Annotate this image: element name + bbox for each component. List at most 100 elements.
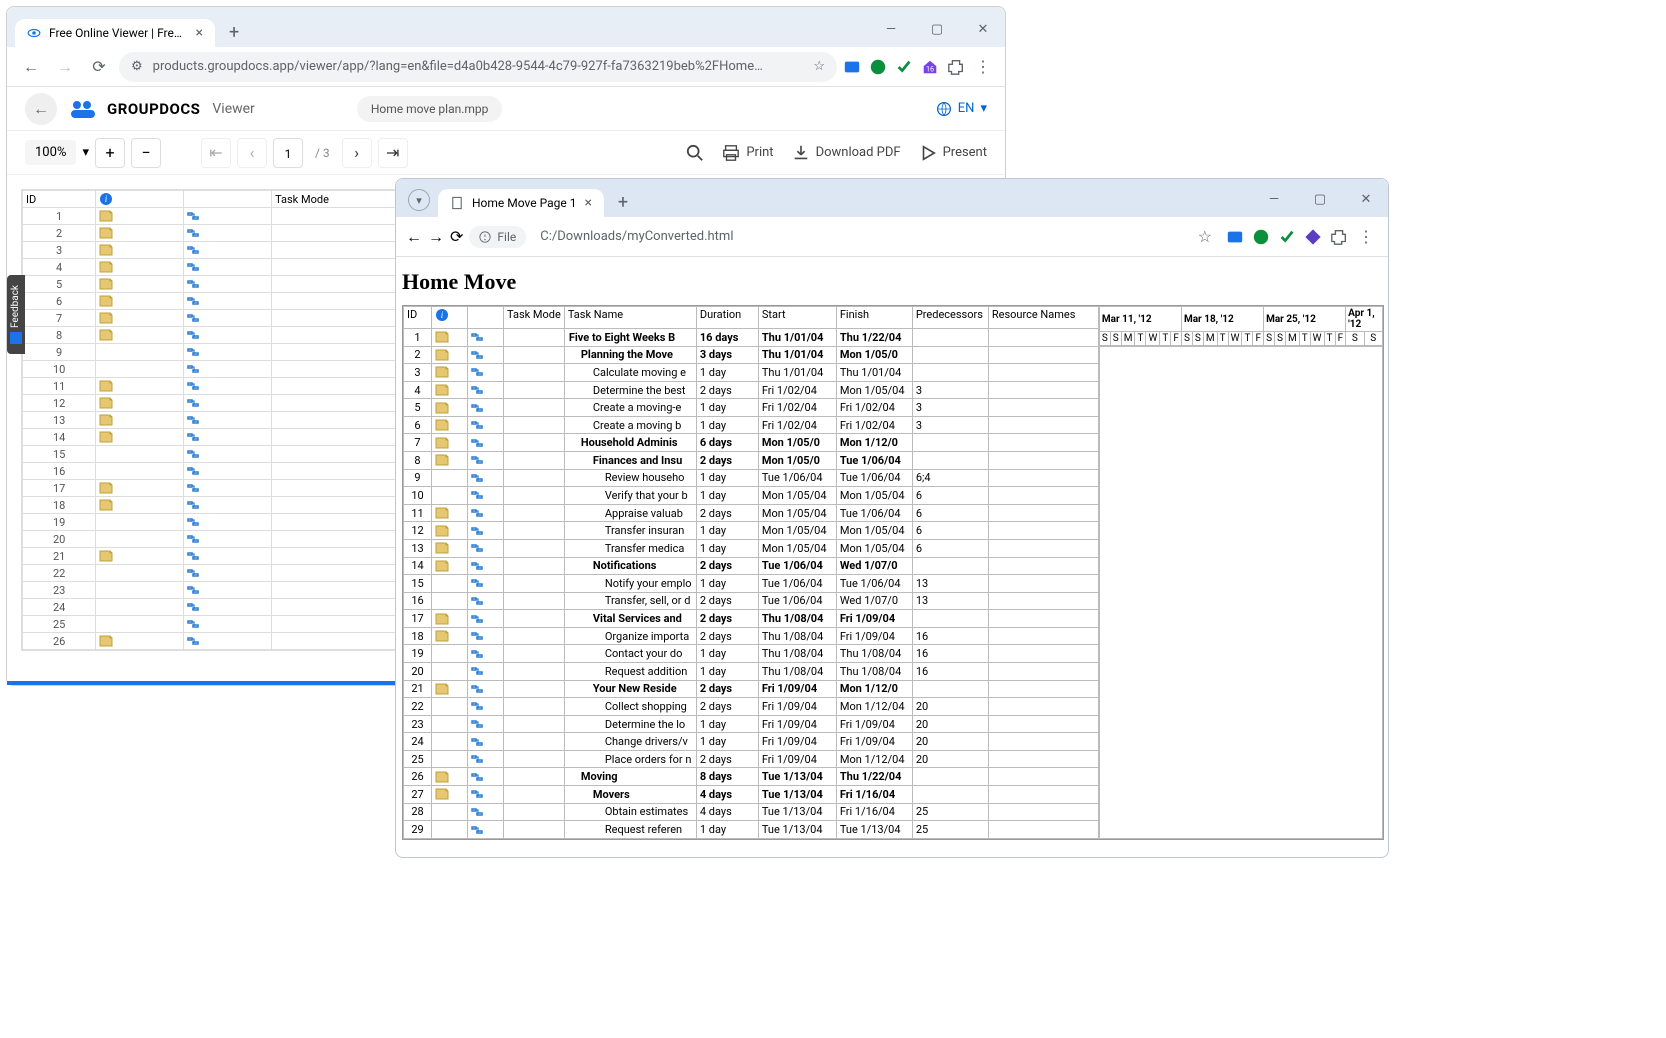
table-row[interactable]: 15Notify your emplo1 dayTue 1/06/04Tue 1…: [404, 575, 1099, 593]
close-button[interactable]: ✕: [1352, 192, 1380, 207]
document-area[interactable]: Home Move IDiTask ModeTask NameDurationS…: [396, 257, 1388, 857]
table-row[interactable]: 19Contact your do1 dayThu 1/08/04Thu 1/0…: [404, 645, 1099, 663]
minimize-button[interactable]: —: [877, 22, 905, 37]
task-name: Obtain estimates: [564, 803, 696, 821]
table-row[interactable]: 2Planning the Move3 daysThu 1/01/04Mon 1…: [404, 346, 1099, 364]
predecessors: [912, 557, 988, 575]
brand-logo[interactable]: GROUPDOCS Viewer: [69, 98, 255, 120]
task-name: Organize importa: [564, 627, 696, 645]
mode-cell: [184, 599, 272, 616]
mode-col: [272, 344, 399, 361]
present-button[interactable]: Present: [919, 144, 987, 162]
resource-names: [988, 715, 1098, 733]
extensions-menu-icon[interactable]: [1330, 228, 1348, 246]
table-row[interactable]: 29Request referen1 dayTue 1/13/04Tue 1/1…: [404, 821, 1099, 839]
table-row[interactable]: 4Determine the best2 daysFri 1/02/04Mon …: [404, 381, 1099, 399]
svg-text:16: 16: [926, 64, 934, 73]
close-button[interactable]: ✕: [969, 22, 997, 37]
language-selector[interactable]: EN ▾: [936, 101, 987, 117]
browser-menu-icon[interactable]: ⋮: [1354, 227, 1378, 246]
table-row[interactable]: 18Organize importa2 daysThu 1/08/04Fri 1…: [404, 627, 1099, 645]
row-id: 8: [23, 327, 96, 344]
maximize-button[interactable]: ▢: [1306, 192, 1334, 207]
table-row[interactable]: 28Obtain estimates4 daysTue 1/13/04Fri 1…: [404, 803, 1099, 821]
table-row[interactable]: 12Transfer insuran1 dayMon 1/05/04Mon 1/…: [404, 522, 1099, 540]
feedback-tab[interactable]: Feedback: [7, 275, 25, 354]
zoom-in-button[interactable]: +: [95, 138, 125, 168]
nav-forward-button[interactable]: →: [51, 53, 79, 81]
nav-forward-button[interactable]: →: [428, 227, 444, 247]
prev-page-button[interactable]: ‹: [237, 138, 267, 168]
table-row[interactable]: 11Appraise valuab2 daysMon 1/05/04Tue 1/…: [404, 504, 1099, 522]
extension-icon[interactable]: [1252, 228, 1270, 246]
extension-icon[interactable]: [869, 58, 887, 76]
table-row[interactable]: 9Review househo1 dayTue 1/06/04Tue 1/06/…: [404, 469, 1099, 487]
extension-icon[interactable]: [1304, 228, 1322, 246]
site-settings-icon[interactable]: ⚙: [131, 59, 143, 74]
extension-icon[interactable]: [895, 58, 913, 76]
table-row[interactable]: 21Your New Reside2 daysFri 1/09/04Mon 1/…: [404, 680, 1099, 698]
table-row[interactable]: 20Request addition1 dayThu 1/08/04Thu 1/…: [404, 662, 1099, 680]
mode-cell: [184, 412, 272, 429]
predecessors: 16: [912, 645, 988, 663]
url-scheme-chip[interactable]: File: [469, 226, 526, 248]
mode-col: [504, 733, 565, 751]
table-row[interactable]: 16Transfer, sell, or d2 daysTue 1/06/04W…: [404, 592, 1099, 610]
table-row[interactable]: 5Create a moving-e1 dayFri 1/02/04Fri 1/…: [404, 399, 1099, 417]
url-text[interactable]: C:/Downloads/myConverted.html: [540, 229, 1183, 244]
table-row[interactable]: 7Household Adminis6 daysMon 1/05/0Mon 1/…: [404, 434, 1099, 452]
next-page-button[interactable]: ›: [342, 138, 372, 168]
tab-search-button[interactable]: ▾: [408, 189, 430, 211]
column-header: Resource Names: [988, 307, 1098, 329]
bookmark-star-icon[interactable]: ☆: [1190, 227, 1220, 246]
table-row[interactable]: 26Moving8 daysTue 1/13/04Thu 1/22/04: [404, 768, 1099, 786]
extensions-menu-icon[interactable]: [947, 58, 965, 76]
nav-reload-button[interactable]: ⟳: [450, 227, 463, 246]
nav-reload-button[interactable]: ⟳: [85, 53, 113, 81]
extension-icon[interactable]: [843, 58, 861, 76]
bookmark-star-icon[interactable]: ☆: [813, 59, 825, 74]
table-row[interactable]: 6Create a moving b1 dayFri 1/02/04Fri 1/…: [404, 416, 1099, 434]
browser-tab[interactable]: Home Move Page 1 ×: [438, 189, 604, 217]
extension-icon[interactable]: [1278, 228, 1296, 246]
search-button[interactable]: [686, 144, 704, 162]
table-row[interactable]: 17Vital Services and2 daysThu 1/08/04Fri…: [404, 610, 1099, 628]
mode-cell: [468, 610, 504, 628]
app-back-button[interactable]: ←: [25, 93, 57, 125]
extension-icon[interactable]: [1226, 228, 1244, 246]
last-page-button[interactable]: ⇥: [378, 138, 408, 168]
table-row[interactable]: 24Change drivers/v1 dayFri 1/09/04Fri 1/…: [404, 733, 1099, 751]
extension-icon[interactable]: 16: [921, 58, 939, 76]
new-tab-button[interactable]: +: [612, 188, 634, 217]
maximize-button[interactable]: ▢: [923, 22, 951, 37]
close-tab-icon[interactable]: ×: [196, 25, 203, 41]
chevron-down-icon[interactable]: ▾: [82, 145, 89, 160]
browser-menu-icon[interactable]: ⋮: [971, 57, 995, 76]
zoom-value[interactable]: 100%: [25, 140, 76, 165]
duration: 2 days: [696, 680, 758, 698]
nav-back-button[interactable]: ←: [17, 53, 45, 81]
table-row[interactable]: 23Determine the lo1 dayFri 1/09/04Fri 1/…: [404, 715, 1099, 733]
first-page-button[interactable]: ⇤: [201, 138, 231, 168]
table-row[interactable]: 10Verify that your b1 dayMon 1/05/04Mon …: [404, 487, 1099, 505]
minimize-button[interactable]: —: [1260, 192, 1288, 207]
table-row[interactable]: 1Five to Eight Weeks B16 daysThu 1/01/04…: [404, 329, 1099, 347]
print-button[interactable]: Print: [722, 144, 773, 162]
page-input[interactable]: 1: [273, 138, 303, 168]
table-row[interactable]: 3Calculate moving e1 dayThu 1/01/04Thu 1…: [404, 364, 1099, 382]
browser-tab[interactable]: Free Online Viewer | Free Grou… ×: [15, 19, 215, 47]
close-tab-icon[interactable]: ×: [584, 195, 591, 211]
download-pdf-button[interactable]: Download PDF: [792, 144, 901, 162]
zoom-out-button[interactable]: −: [131, 138, 161, 168]
table-row[interactable]: 14Notifications2 daysTue 1/06/04Wed 1/07…: [404, 557, 1099, 575]
row-id: 2: [404, 346, 432, 364]
table-row[interactable]: 22Collect shopping2 daysFri 1/09/04Mon 1…: [404, 698, 1099, 716]
table-row[interactable]: 8Finances and Insu2 daysMon 1/05/0Tue 1/…: [404, 452, 1099, 470]
table-row[interactable]: 25Place orders for n2 daysFri 1/09/04Mon…: [404, 750, 1099, 768]
new-tab-button[interactable]: +: [223, 18, 245, 47]
url-input[interactable]: ⚙ products.groupdocs.app/viewer/app/?lan…: [119, 52, 837, 82]
task-name: Place orders for n: [564, 750, 696, 768]
nav-back-button[interactable]: ←: [406, 227, 422, 247]
table-row[interactable]: 13Transfer medica1 dayMon 1/05/04Mon 1/0…: [404, 539, 1099, 557]
table-row[interactable]: 27Movers4 daysTue 1/13/04Fri 1/16/04: [404, 786, 1099, 804]
